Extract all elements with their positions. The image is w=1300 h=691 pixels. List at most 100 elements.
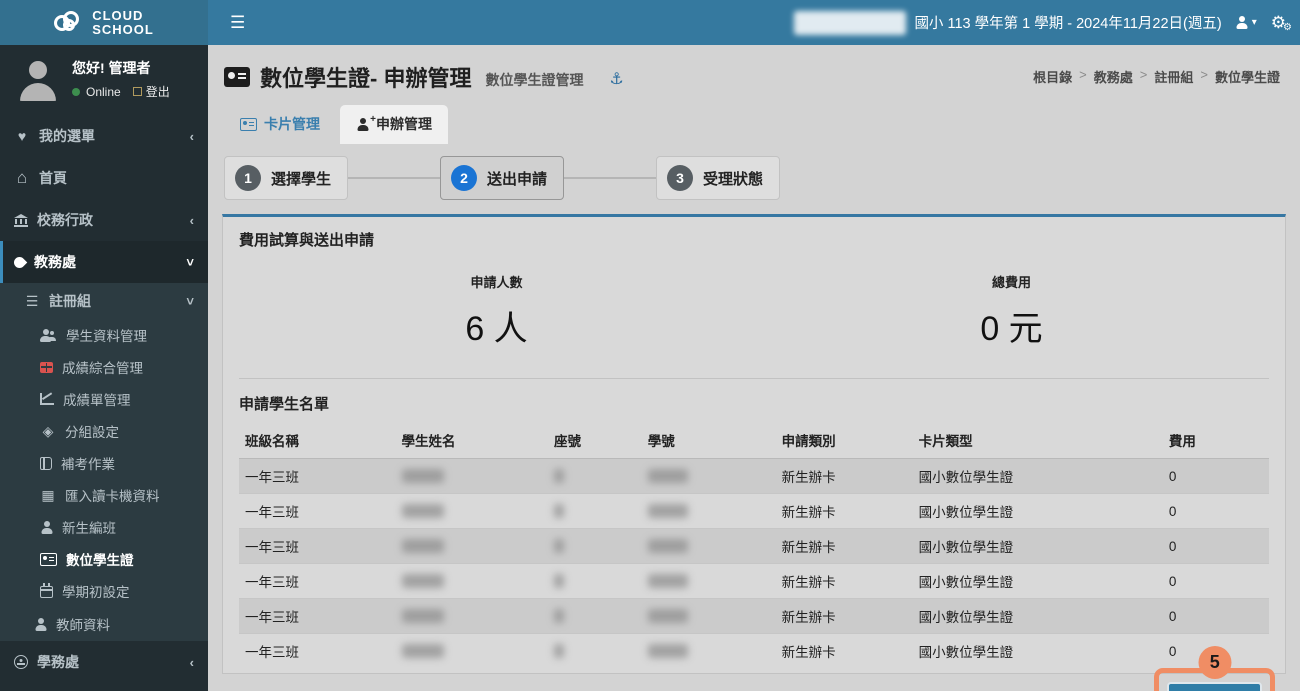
anchor-icon[interactable]: ⚓ xyxy=(609,69,623,89)
breadcrumb-current[interactable]: 數位學生證 xyxy=(1215,67,1280,86)
sidebar-item-card-reader-import[interactable]: ▦ 匯入讀卡機資料 xyxy=(0,479,208,511)
user-icon xyxy=(1236,16,1249,29)
breadcrumb-root[interactable]: 根目錄 xyxy=(1033,67,1072,86)
leaf-icon xyxy=(11,254,28,270)
sidebar-item-student-data[interactable]: 學生資料管理 xyxy=(0,319,208,351)
sidebar-item-group-settings[interactable]: ◈ 分組設定 xyxy=(0,415,208,447)
actions-row: ‹ 上一步 5 送出申請 › xyxy=(239,646,1275,691)
chevron-left-icon: ‹ xyxy=(189,128,194,144)
submit-application-button[interactable]: 送出申請 › xyxy=(1167,682,1262,691)
divider xyxy=(239,378,1269,379)
page-subtitle: 數位學生證管理 xyxy=(485,72,584,88)
redacted-student-name xyxy=(401,469,444,483)
users-icon xyxy=(40,328,57,342)
col-student-name: 學生姓名 xyxy=(395,422,548,459)
step-connector xyxy=(564,177,657,179)
step-number: 3 xyxy=(667,165,694,191)
redacted-seat-number xyxy=(553,644,564,658)
sidebar-item-grade-management[interactable]: 成績綜合管理 xyxy=(0,351,208,383)
heart-icon: ♥ xyxy=(17,128,27,144)
sidebar-item-report-card[interactable]: 成績單管理 xyxy=(0,383,208,415)
plus-icon: + xyxy=(370,113,376,125)
breadcrumb-separator: > xyxy=(1200,67,1208,82)
chevron-left-icon: ‹ xyxy=(189,654,194,670)
step-number: 2 xyxy=(451,165,478,191)
redacted-student-number xyxy=(647,574,688,588)
redacted-student-number xyxy=(647,609,688,623)
breadcrumb-separator: > xyxy=(1079,67,1087,82)
step-number: 1 xyxy=(235,165,261,191)
redacted-student-number xyxy=(647,469,688,483)
sidebar-item-student-affairs[interactable]: 學務處 ‹ xyxy=(0,641,208,683)
user-menu[interactable]: ▾ xyxy=(1236,16,1257,29)
sidebar-item-digital-student-id[interactable]: 數位學生證 xyxy=(0,543,208,575)
col-fee: 費用 xyxy=(1162,422,1269,459)
page-title: 數位學生證- 申辦管理 xyxy=(260,66,472,91)
sidebar-item-school-admin[interactable]: 校務行政 ‹ xyxy=(0,199,208,241)
table-icon xyxy=(40,361,53,373)
total-fee-value: 0 元 xyxy=(980,310,1043,348)
breadcrumb-registration[interactable]: 註冊組 xyxy=(1154,67,1193,86)
stats-row: 申請人數 6 人 總費用 0 元 xyxy=(239,272,1269,350)
sidebar-item-my-menu[interactable]: ♥ 我的選單 ‹ xyxy=(0,115,208,157)
tab-application-management[interactable]: + 申辦管理 xyxy=(340,105,448,144)
sidebar-item-freshman-class[interactable]: 新生編班 xyxy=(0,511,208,543)
student-table: 班級名稱 學生姓名 座號 學號 申請類別 卡片類型 費用 一年三班 新生辦卡 國… xyxy=(239,422,1269,668)
male-icon xyxy=(34,618,47,631)
stat-total-fee: 總費用 0 元 xyxy=(754,272,1269,350)
school-name-redacted xyxy=(794,10,907,35)
redacted-student-name xyxy=(401,609,444,623)
bank-icon xyxy=(14,213,28,227)
redacted-seat-number xyxy=(553,504,564,518)
topbar: CLOUD SCHOOL ☰ 國小 113 學年第 1 學期 - 2024年11… xyxy=(0,0,1300,45)
content-header: 數位學生證- 申辦管理 數位學生證管理 ⚓ 根目錄 > 教務處 > 註冊組 > … xyxy=(208,45,1300,99)
app-logo[interactable]: CLOUD SCHOOL xyxy=(0,0,208,45)
calendar-icon xyxy=(40,583,53,598)
redacted-student-number xyxy=(647,504,688,518)
student-list-title: 申請學生名單 xyxy=(239,396,330,413)
redacted-seat-number xyxy=(553,574,564,588)
hamburger-menu-icon[interactable]: ☰ xyxy=(222,9,253,37)
tutorial-highlight: 5 送出申請 › xyxy=(1154,646,1275,691)
chevron-down-icon: ˅ xyxy=(186,293,194,309)
step-connector xyxy=(348,177,441,179)
id-card-icon xyxy=(240,117,257,131)
breadcrumb-academic[interactable]: 教務處 xyxy=(1094,67,1133,86)
chevron-down-icon: ▾ xyxy=(1251,17,1257,28)
logout-button[interactable]: 登出 xyxy=(132,83,170,100)
online-status-label: Online xyxy=(86,84,121,99)
sidebar-item-academic-affairs[interactable]: 教務處 ˅ xyxy=(0,241,208,283)
sidebar-item-makeup-exam[interactable]: 補考作業 xyxy=(0,447,208,479)
school-term-date: 國小 113 學年第 1 學期 - 2024年11月22日(週五) xyxy=(914,16,1222,32)
redacted-student-number xyxy=(647,644,688,658)
step-processing-status[interactable]: 3 受理狀態 xyxy=(656,156,781,200)
step-submit-application[interactable]: 2 送出申請 xyxy=(440,156,565,200)
sidebar-item-teacher-data[interactable]: 教師資料 xyxy=(0,607,208,641)
stat-applicant-count: 申請人數 6 人 xyxy=(239,272,754,350)
col-apply-type: 申請類別 xyxy=(775,422,913,459)
tab-card-management[interactable]: 卡片管理 xyxy=(224,105,336,144)
sidebar-item-registration-group[interactable]: ☰ 註冊組 ˅ xyxy=(0,283,208,319)
table-row: 一年三班 新生辦卡 國小數位學生證 0 xyxy=(239,458,1269,494)
sidebar-item-home[interactable]: ⌂ 首頁 xyxy=(0,157,208,199)
panel-title: 費用試算與送出申請 xyxy=(239,232,375,249)
academic-affairs-submenu: ☰ 註冊組 ˅ 學生資料管理 成績綜合管理 成績單管理 ◈ 分組設定 補考作業 … xyxy=(0,283,208,641)
table-header-row: 班級名稱 學生姓名 座號 學號 申請類別 卡片類型 費用 xyxy=(239,422,1269,459)
settings-gears-icon[interactable]: ⚙ ⚙ xyxy=(1271,14,1292,33)
avatar xyxy=(16,57,60,101)
table-row: 一年三班 新生辦卡 國小數位學生證 0 xyxy=(239,493,1269,529)
home-icon: ⌂ xyxy=(16,168,28,187)
redacted-student-name xyxy=(401,504,444,518)
main-content: 數位學生證- 申辦管理 數位學生證管理 ⚓ 根目錄 > 教務處 > 註冊組 > … xyxy=(208,0,1300,691)
step-select-students[interactable]: 1 選擇學生 xyxy=(224,156,349,200)
col-student-number: 學號 xyxy=(641,422,776,459)
sidebar-item-counseling[interactable]: 輔導處 ‹ xyxy=(0,683,208,691)
col-class-name: 班級名稱 xyxy=(239,422,396,459)
person-plus-icon: + xyxy=(356,114,376,131)
sidebar-item-semester-setup[interactable]: 學期初設定 xyxy=(0,575,208,607)
cloud-school-logo-icon xyxy=(54,10,84,35)
chart-line-icon xyxy=(40,393,54,405)
table-row: 一年三班 新生辦卡 國小數位學生證 0 xyxy=(239,598,1269,634)
id-card-icon xyxy=(40,552,57,566)
online-status-icon xyxy=(72,87,80,96)
